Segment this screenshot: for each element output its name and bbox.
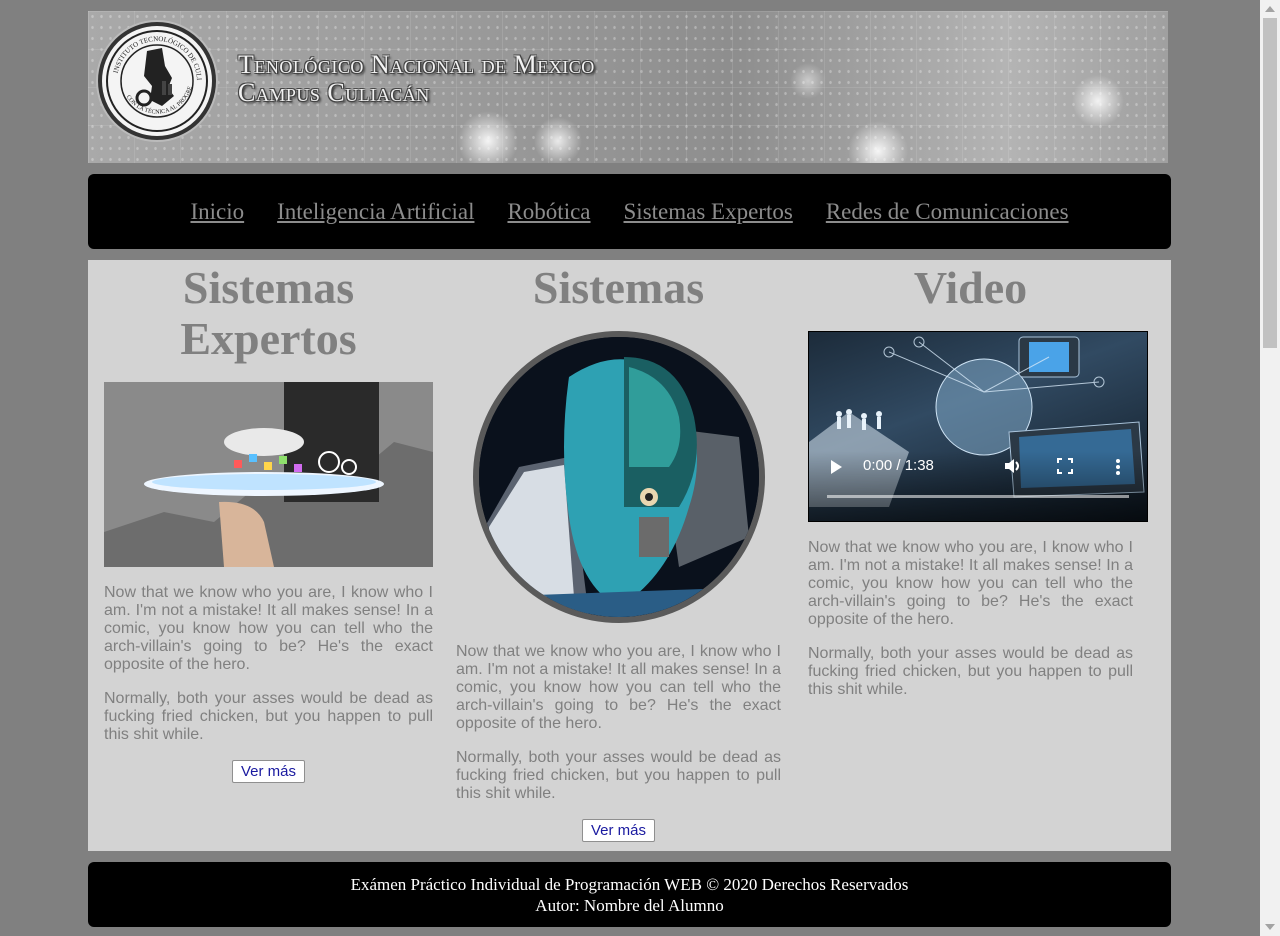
column-sistemas: Sistemas Now that we know who you are, I… [456, 260, 781, 842]
column-title: Sistemas Expertos [180, 262, 357, 364]
nav-link-robotica[interactable]: Robótica [507, 199, 590, 225]
column-paragraph-1: Now that we know who you are, I know who… [808, 539, 1133, 628]
video-time: 0:00 / 1:38 [863, 457, 934, 474]
column-video: Video 0:00 / 1:38 Now that we know who y… [808, 260, 1148, 699]
banner-title-line2: Campus Culiacán [238, 78, 430, 107]
robot-head-image [472, 331, 765, 623]
scroll-down-icon[interactable] [1265, 924, 1275, 930]
footer-author: Autor: Nombre del Alumno [535, 895, 724, 915]
nav-link-redes-de-comunicaciones[interactable]: Redes de Comunicaciones [826, 199, 1069, 225]
column-paragraph-2: Normally, both your asses would be dead … [808, 645, 1133, 698]
institute-seal-logo: INSTITUTO TECNOLÓGICO DE CULIACÁN CON LA… [98, 22, 216, 140]
volume-icon[interactable] [1002, 456, 1022, 476]
column-paragraph-1: Now that we know who you are, I know who… [104, 584, 433, 673]
banner-title-line1: Tenológico Nacional de Mexico [238, 50, 595, 79]
nav-link-inteligencia-artificial[interactable]: Inteligencia Artificial [277, 199, 474, 225]
ver-mas-button[interactable]: Ver más [231, 760, 306, 783]
column-paragraph-2: Normally, both your asses would be dead … [104, 690, 433, 743]
nav-link-inicio[interactable]: Inicio [190, 199, 244, 225]
vertical-scrollbar[interactable] [1260, 0, 1280, 936]
banner-title: Tenológico Nacional de Mexico Campus Cul… [238, 51, 595, 107]
column-sistemas-expertos: Sistemas Expertos Now that we know who y… [104, 260, 433, 783]
header-banner: INSTITUTO TECNOLÓGICO DE CULIACÁN CON LA… [88, 11, 1168, 163]
ver-mas-button[interactable]: Ver más [581, 819, 656, 842]
column-paragraph-2: Normally, both your asses would be dead … [456, 749, 781, 802]
tablet-cloud-image [104, 382, 433, 567]
column-title: Video [913, 262, 1028, 313]
video-player[interactable]: 0:00 / 1:38 [808, 331, 1148, 522]
page-footer: Exámen Práctico Individual de Programaci… [88, 862, 1171, 927]
main-nav: Inicio Inteligencia Artificial Robótica … [88, 174, 1171, 249]
fullscreen-icon[interactable] [1057, 458, 1073, 474]
more-options-icon[interactable] [1115, 458, 1121, 476]
video-progress-bar[interactable] [827, 495, 1129, 498]
nav-link-sistemas-expertos[interactable]: Sistemas Expertos [624, 199, 793, 225]
scroll-thumb[interactable] [1263, 18, 1277, 348]
column-paragraph-1: Now that we know who you are, I know who… [456, 643, 781, 732]
column-title: Sistemas [532, 262, 705, 313]
main-content: Sistemas Expertos Now that we know who y… [88, 260, 1171, 851]
play-icon[interactable] [831, 460, 842, 474]
footer-copyright: Exámen Práctico Individual de Programaci… [350, 874, 909, 894]
scroll-up-icon[interactable] [1265, 6, 1275, 12]
